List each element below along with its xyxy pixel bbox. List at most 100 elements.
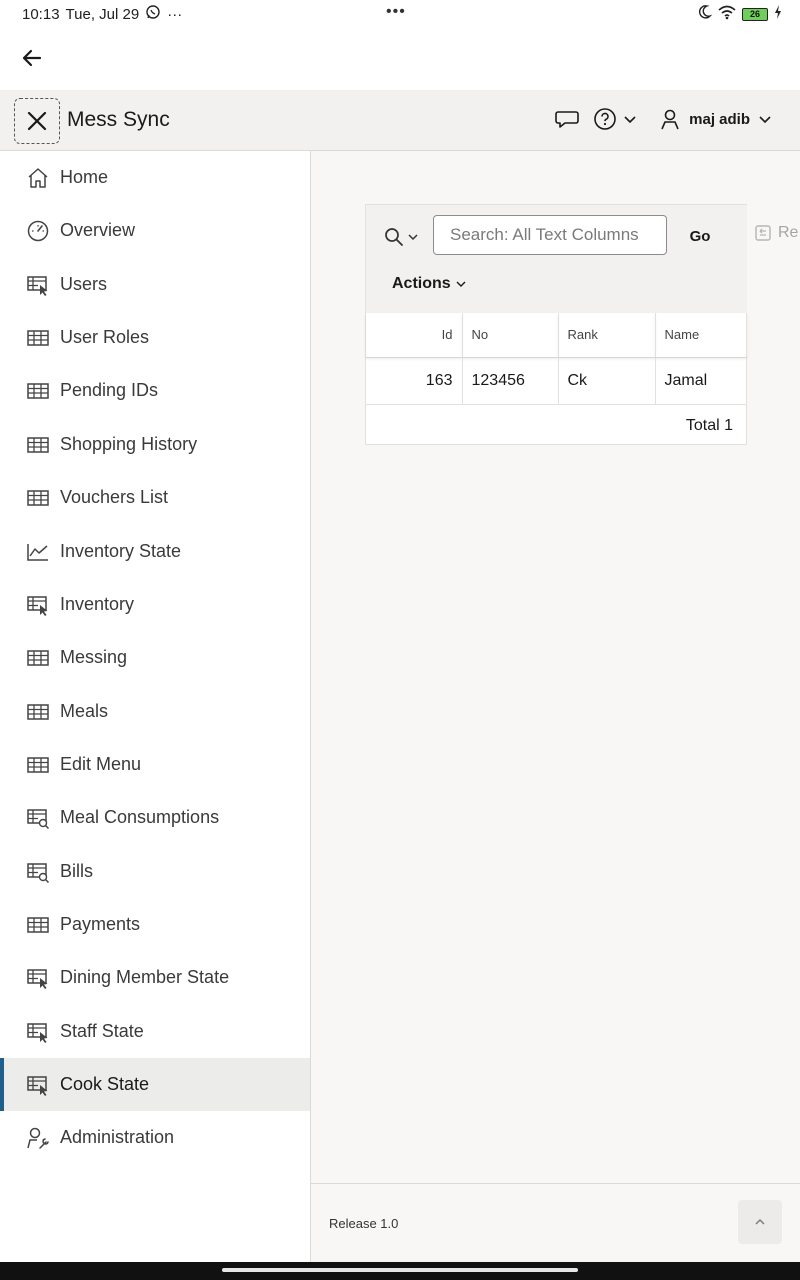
chat-bubble-icon bbox=[555, 111, 579, 128]
actions-menu-button[interactable]: Actions bbox=[392, 275, 467, 293]
page-footer: Release 1.0 bbox=[311, 1183, 800, 1262]
feedback-button[interactable] bbox=[555, 108, 579, 130]
table-pointer-icon bbox=[26, 1073, 50, 1097]
home-icon bbox=[26, 166, 50, 190]
chevron-down-icon bbox=[624, 116, 636, 124]
sidebar-item-user-roles[interactable]: User Roles bbox=[0, 311, 310, 364]
app-screen: 10:13 Tue, Jul 29 ··· ••• 26 Mess Sync m… bbox=[0, 0, 800, 1280]
system-navigation-bar bbox=[0, 1262, 800, 1280]
sidebar-item-bills[interactable]: Bills bbox=[0, 845, 310, 898]
table-row: 163 123456 Ck Jamal bbox=[366, 357, 747, 405]
sidebar-item-label: Cook State bbox=[60, 1074, 150, 1094]
sidebar-item-shopping-history[interactable]: Shopping History bbox=[0, 418, 310, 471]
sidebar-item-label: Edit Menu bbox=[60, 754, 142, 774]
release-label: Release 1.0 bbox=[329, 1216, 399, 1231]
table-pointer-icon bbox=[26, 593, 50, 617]
wifi-icon bbox=[718, 4, 736, 24]
search-input[interactable] bbox=[433, 215, 667, 255]
sidebar-item-label: Home bbox=[60, 167, 109, 187]
moon-icon bbox=[696, 4, 713, 24]
sidebar-item-meal-consumptions[interactable]: Meal Consumptions bbox=[0, 791, 310, 844]
sidebar-item-label: Pending IDs bbox=[60, 380, 159, 400]
sidebar-item-inventory-state[interactable]: Inventory State bbox=[0, 525, 310, 578]
table-icon bbox=[26, 433, 50, 457]
sidebar-item-label: Inventory bbox=[60, 594, 135, 614]
sidebar-item-label: Meals bbox=[60, 701, 109, 721]
close-navigation-button[interactable] bbox=[14, 98, 60, 144]
table-icon bbox=[26, 913, 50, 937]
search-column-selector[interactable] bbox=[384, 225, 424, 249]
sidebar-item-label: Vouchers List bbox=[60, 487, 169, 507]
reset-button[interactable]: Re bbox=[754, 224, 798, 242]
sidebar-item-label: Users bbox=[60, 274, 108, 294]
app-title: Mess Sync bbox=[67, 108, 170, 131]
sidebar-item-label: Meal Consumptions bbox=[60, 807, 220, 827]
sidebar-item-label: Messing bbox=[60, 647, 128, 667]
table-pointer-icon bbox=[26, 273, 50, 297]
sidebar-item-home[interactable]: Home bbox=[0, 151, 310, 204]
report-table: Id No Rank Name 163 123456 Ck Jamal bbox=[366, 313, 747, 405]
charging-icon bbox=[774, 5, 782, 23]
sidebar-item-edit-menu[interactable]: Edit Menu bbox=[0, 738, 310, 791]
table-header-row: Id No Rank Name bbox=[366, 313, 747, 358]
sidebar-item-label: Staff State bbox=[60, 1021, 144, 1041]
interactive-report: Go Actions Id No Rank Name 163 123456 Ck bbox=[365, 204, 747, 445]
scroll-to-top-button[interactable] bbox=[738, 1200, 782, 1244]
column-header-no[interactable]: No bbox=[462, 313, 559, 358]
chevron-down-icon bbox=[456, 281, 466, 287]
sidebar-item-users[interactable]: Users bbox=[0, 258, 310, 311]
chevron-down-icon bbox=[759, 116, 771, 124]
sidebar-item-meals[interactable]: Meals bbox=[0, 685, 310, 738]
table-icon bbox=[26, 753, 50, 777]
sidebar-item-cook-state[interactable]: Cook State bbox=[0, 1058, 310, 1111]
sidebar-item-label: Payments bbox=[60, 914, 141, 934]
sidebar-item-staff-state[interactable]: Staff State bbox=[0, 1005, 310, 1058]
cell-name: Jamal bbox=[655, 357, 747, 405]
table-pointer-icon bbox=[26, 1020, 50, 1044]
sidebar-item-label: Administration bbox=[60, 1127, 175, 1147]
user-menu-button[interactable]: maj adib bbox=[659, 108, 772, 130]
reset-icon bbox=[755, 225, 771, 241]
back-arrow-icon[interactable] bbox=[20, 46, 44, 70]
sidebar-item-overview[interactable]: Overview bbox=[0, 204, 310, 257]
cell-no: 123456 bbox=[462, 357, 559, 405]
table-search-icon bbox=[26, 860, 50, 884]
table-icon bbox=[26, 646, 50, 670]
sidebar-item-label: User Roles bbox=[60, 327, 150, 347]
sidebar-item-dining-member-state[interactable]: Dining Member State bbox=[0, 951, 310, 1004]
status-more: ··· bbox=[167, 5, 183, 23]
table-pointer-icon bbox=[26, 966, 50, 990]
browser-toolbar bbox=[0, 28, 800, 90]
help-menu-button[interactable] bbox=[593, 107, 637, 131]
actions-label: Actions bbox=[392, 275, 451, 292]
table-icon bbox=[26, 379, 50, 403]
side-navigation: Home Overview Users User Roles Pending IDs Sh… bbox=[0, 151, 311, 1262]
column-header-name[interactable]: Name bbox=[655, 313, 747, 358]
go-button[interactable]: Go bbox=[678, 221, 722, 251]
status-center-dots: ••• bbox=[386, 3, 406, 20]
column-header-rank[interactable]: Rank bbox=[558, 313, 656, 358]
home-gesture-bar[interactable] bbox=[222, 1268, 578, 1272]
sidebar-item-payments[interactable]: Payments bbox=[0, 898, 310, 951]
chevron-up-icon bbox=[755, 1219, 765, 1225]
battery-indicator: 26 bbox=[742, 7, 768, 21]
sidebar-item-label: Shopping History bbox=[60, 434, 198, 454]
chevron-down-icon bbox=[408, 234, 418, 241]
cell-rank: Ck bbox=[558, 357, 656, 405]
user-name: maj adib bbox=[689, 110, 750, 128]
user-wrench-icon bbox=[26, 1126, 50, 1150]
column-header-id[interactable]: Id bbox=[366, 313, 463, 358]
sidebar-item-vouchers-list[interactable]: Vouchers List bbox=[0, 471, 310, 524]
sidebar-item-messing[interactable]: Messing bbox=[0, 631, 310, 684]
sidebar-item-administration[interactable]: Administration bbox=[0, 1111, 310, 1164]
sidebar-item-inventory[interactable]: Inventory bbox=[0, 578, 310, 631]
sidebar-item-label: Overview bbox=[60, 220, 136, 240]
user-icon bbox=[661, 109, 679, 130]
sidebar-item-pending-ids[interactable]: Pending IDs bbox=[0, 364, 310, 417]
report-toolbar: Go Actions bbox=[366, 205, 747, 313]
total-count: Total 1 bbox=[685, 417, 733, 434]
sidebar-item-label: Inventory State bbox=[60, 541, 182, 561]
status-date: Tue, Jul 29 bbox=[65, 5, 140, 23]
status-bar: 10:13 Tue, Jul 29 ··· ••• 26 bbox=[0, 0, 800, 28]
reset-label: Re bbox=[778, 224, 799, 241]
